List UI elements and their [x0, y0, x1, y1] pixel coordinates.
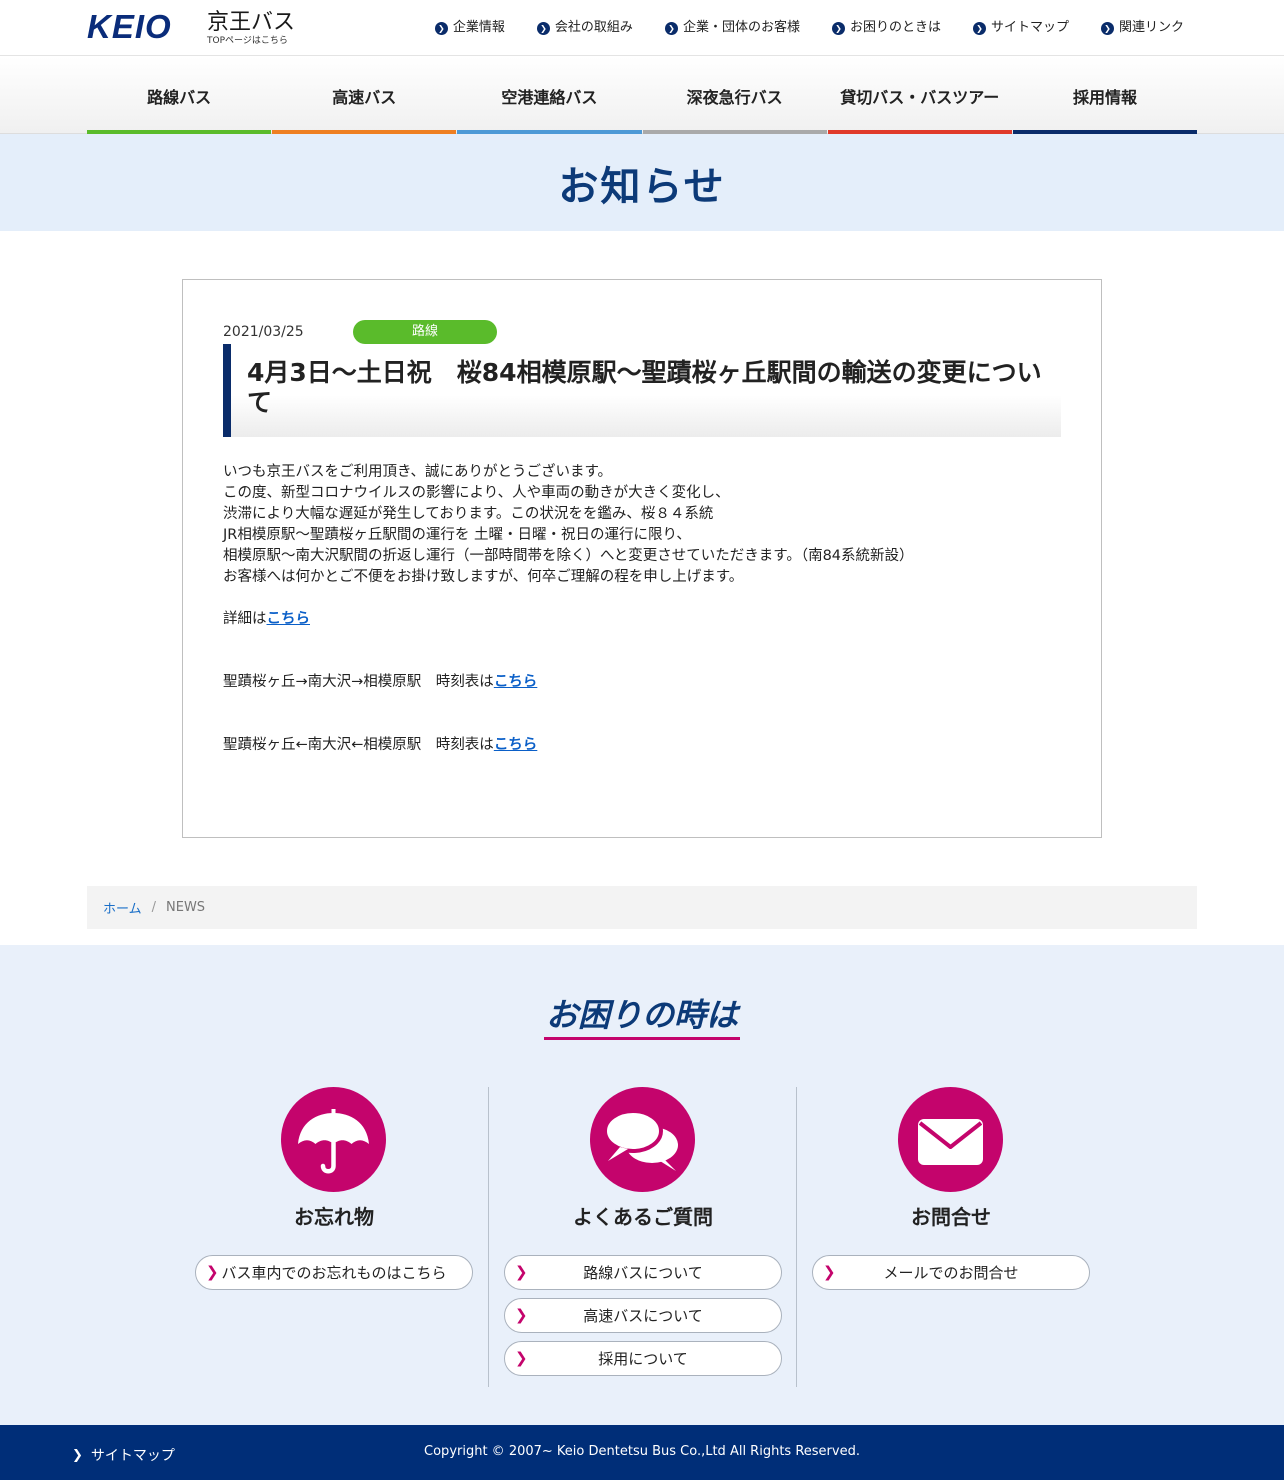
help-column-lost-items: お忘れ物 ❯ バス車内でのお忘れものはこちら [180, 1087, 488, 1387]
gnav-charter-bus-tours[interactable]: 貸切バス・バスツアー [827, 57, 1012, 134]
gnav-highway-bus[interactable]: 高速バス [272, 57, 457, 134]
timetable-line-inbound: 聖蹟桜ヶ丘←南大沢←相模原駅 時刻表はこちら [223, 737, 538, 753]
utility-link-related[interactable]: ❯ 関連リンク [1100, 18, 1184, 38]
faq-highway-bus-link[interactable]: ❯ 高速バスについて [504, 1298, 782, 1333]
utility-link-corporate-customers[interactable]: ❯ 企業・団体のお客様 [664, 18, 800, 38]
help-section: お困りの時は お忘れ物 ❯ バス車内でのお忘れものはこちら よくあるご質問 ❯ 路線… [0, 945, 1284, 1425]
chevron-right-circle-icon: ❯ [536, 21, 550, 35]
copyright-text: Copyright © 2007~ Keio Dentetsu Bus Co.,… [424, 1444, 860, 1459]
chevron-right-circle-icon: ❯ [1100, 21, 1114, 35]
site-header: KEIO 京王バス TOPページはこちら ❯ 企業情報 ❯ 会社の取組み ❯ 企業・団… [0, 0, 1284, 56]
email-inquiry-link[interactable]: ❯ メールでのお問合せ [812, 1255, 1090, 1290]
article-date: 2021/03/25 [223, 324, 304, 340]
site-logo-link[interactable]: KEIO 京王バス TOPページはこちら [87, 8, 307, 48]
chevron-right-icon: ❯ [515, 1263, 528, 1281]
article-meta: 2021/03/25 路線 [223, 320, 497, 344]
logo-top-page-caption: TOPページはこちら [207, 36, 288, 46]
gnav-late-night-bus[interactable]: 深夜急行バス [642, 57, 827, 134]
chat-bubbles-icon [590, 1087, 695, 1192]
chevron-right-icon: ❯ [823, 1263, 836, 1281]
body-line: 渋滞により大幅な遅延が発生しております。この状況をを鑑み、桜８４系統 [223, 506, 714, 522]
envelope-icon [898, 1087, 1003, 1192]
lost-items-link[interactable]: ❯ バス車内でのお忘れものはこちら [195, 1255, 473, 1290]
site-footer: ❯ サイトマップ Copyright © 2007~ Keio Dentetsu … [0, 1425, 1284, 1480]
chevron-right-icon: ❯ [515, 1306, 528, 1324]
help-column-faq: よくあるご質問 ❯ 路線バスについて ❯ 高速バスについて ❯ 採用について [488, 1087, 796, 1387]
chevron-right-icon: ❯ [206, 1263, 219, 1281]
logo-company-name: 京王バス [207, 10, 296, 35]
help-column-title: お問合せ [911, 1205, 991, 1229]
chevron-right-circle-icon: ❯ [664, 21, 678, 35]
chevron-right-circle-icon: ❯ [972, 21, 986, 35]
breadcrumb: ホーム / NEWS [87, 886, 1197, 929]
detail-link[interactable]: こちら [267, 611, 311, 627]
body-line: 相模原駅〜南大沢駅間の折返し運行（一部時間帯を除く）へと変更させていただきます。… [223, 548, 914, 564]
breadcrumb-current: NEWS [166, 900, 206, 915]
help-column-title: お忘れ物 [294, 1205, 374, 1229]
global-nav: 路線バス 高速バス 空港連絡バス 深夜急行バス 貸切バス・バスツアー 採用情報 [0, 57, 1284, 134]
utility-nav: ❯ 企業情報 ❯ 会社の取組み ❯ 企業・団体のお客様 ❯ お困りのときは ❯ サイトマッ… [434, 18, 1184, 38]
page-title: お知らせ [558, 163, 726, 210]
body-line: JR相模原駅〜聖蹟桜ヶ丘駅間の運行を 土曜・日曜・祝日の運行に限り、 [223, 527, 691, 543]
body-line: この度、新型コロナウイルスの影響により、人や車両の動きが大きく変化し、 [223, 485, 730, 501]
utility-link-help[interactable]: ❯ お困りのときは [831, 18, 941, 38]
chevron-right-circle-icon: ❯ [434, 21, 448, 35]
help-column-contact: お問合せ ❯ メールでのお問合せ [796, 1087, 1104, 1387]
timetable-outbound-link[interactable]: こちら [494, 674, 538, 690]
faq-recruitment-link[interactable]: ❯ 採用について [504, 1341, 782, 1376]
chevron-right-circle-icon: ❯ [831, 21, 845, 35]
utility-link-company-info[interactable]: ❯ 企業情報 [434, 18, 505, 38]
faq-route-bus-link[interactable]: ❯ 路線バスについて [504, 1255, 782, 1290]
help-section-title: お困りの時は [543, 995, 740, 1040]
utility-link-sitemap[interactable]: ❯ サイトマップ [972, 18, 1069, 38]
breadcrumb-separator: / [151, 900, 157, 915]
timetable-line-outbound: 聖蹟桜ヶ丘→南大沢→相模原駅 時刻表はこちら [223, 674, 538, 690]
timetable-inbound-link[interactable]: こちら [494, 737, 538, 753]
article-title: 4月3日〜土日祝 桜84相模原駅〜聖蹟桜ヶ丘駅間の輸送の変更について [223, 344, 1061, 437]
gnav-recruitment[interactable]: 採用情報 [1012, 57, 1198, 134]
gnav-route-bus[interactable]: 路線バス [87, 57, 272, 134]
page-title-band: お知らせ [0, 134, 1284, 231]
body-line: いつも京王バスをご利用頂き、誠にありがとうございます。 [223, 464, 613, 480]
category-badge: 路線 [353, 320, 497, 344]
utility-link-initiatives[interactable]: ❯ 会社の取組み [536, 18, 633, 38]
gnav-airport-bus[interactable]: 空港連絡バス [457, 57, 642, 134]
chevron-right-icon: ❯ [515, 1349, 528, 1367]
news-article-card: 2021/03/25 路線 4月3日〜土日祝 桜84相模原駅〜聖蹟桜ヶ丘駅間の輸… [182, 279, 1102, 838]
umbrella-icon [281, 1087, 386, 1192]
help-column-title: よくあるご質問 [573, 1205, 713, 1229]
keio-logo: KEIO [87, 8, 172, 45]
body-line: お客様へは何かとご不便をお掛け致しますが、何卒ご理解の程を申し上げます。 [223, 569, 744, 585]
detail-line: 詳細はこちら [223, 611, 311, 627]
breadcrumb-home-link[interactable]: ホーム [103, 898, 142, 917]
article-body: いつも京王バスをご利用頂き、誠にありがとうございます。 この度、新型コロナウイル… [223, 462, 1061, 756]
